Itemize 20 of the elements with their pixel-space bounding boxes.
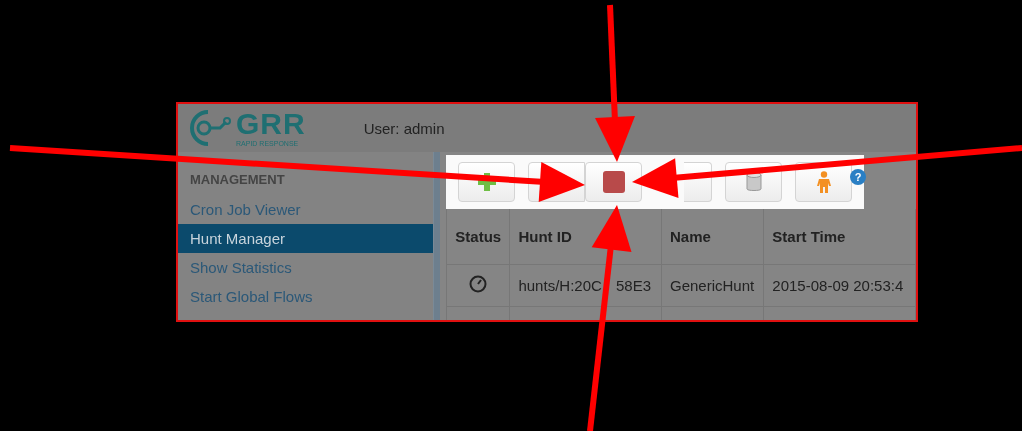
person-icon	[815, 171, 832, 193]
user-label: User: admin	[363, 119, 445, 137]
sidebar-item[interactable]: Start Global Flows	[178, 282, 433, 311]
clock-icon	[469, 275, 488, 293]
cylinder-icon	[745, 172, 762, 192]
table-cell: GenericHunt	[661, 264, 764, 307]
stop-button[interactable]	[585, 162, 642, 202]
sidebar-item[interactable]: Hunt Manager	[178, 224, 433, 253]
sidebar-heading: MANAGEMENT	[189, 172, 286, 189]
stop-icon	[602, 171, 625, 193]
help-icon[interactable]: ?	[850, 169, 866, 185]
column-header: Start Time	[763, 209, 916, 265]
logo-title: GRR	[236, 109, 306, 139]
sidebar-item[interactable]: Show Statistics	[178, 253, 433, 282]
plus-icon	[477, 173, 496, 191]
table-cell: 2015-08-09 20:53:4	[763, 264, 916, 307]
table-cell: hunts/H:20C 58E3	[509, 264, 662, 307]
sidebar-item[interactable]: Cron Job Viewer	[178, 195, 433, 224]
column-header: Status	[446, 209, 510, 265]
column-header: Name	[661, 209, 764, 265]
